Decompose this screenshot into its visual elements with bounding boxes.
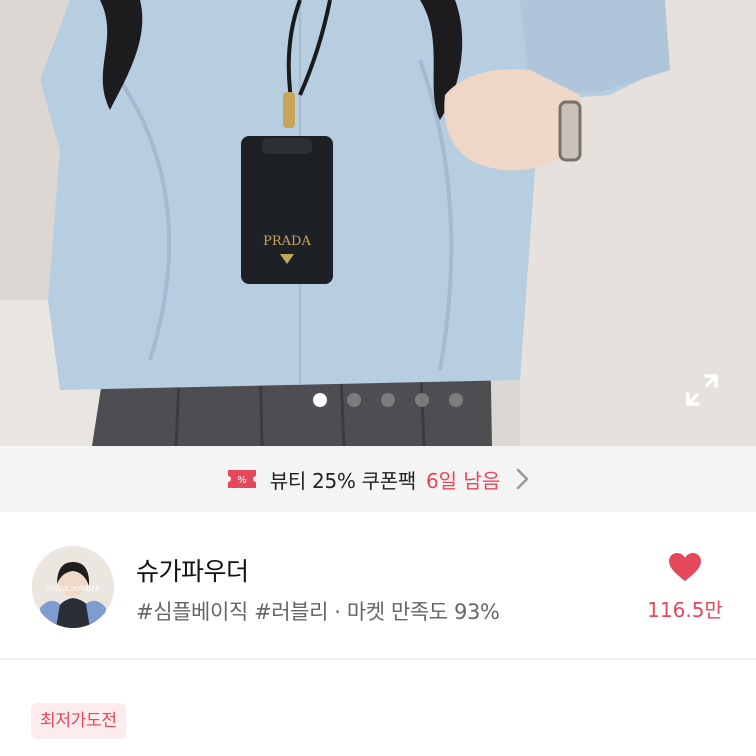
shop-name[interactable]: 슈가파우더: [136, 552, 249, 588]
carousel-dot[interactable]: [415, 393, 429, 407]
product-photo: PRADA: [0, 0, 756, 446]
product-brand-logo: PRADA: [263, 234, 311, 249]
carousel-dot[interactable]: [347, 393, 361, 407]
coupon-banner-text: 뷰티 25% 쿠폰팩: [269, 468, 416, 493]
svg-text:%: %: [237, 475, 247, 486]
carousel-dot[interactable]: [381, 393, 395, 407]
shop-avatar[interactable]: SUGAR POWDER: [32, 546, 114, 628]
fullscreen-expand-icon[interactable]: [682, 370, 722, 410]
lowest-price-badge: 최저가도전: [31, 703, 126, 739]
shop-like-count: 116.5만: [647, 598, 723, 622]
product-detail-page: PRADA % 뷰티 25% 쿠폰팩 6일 남음 SUGAR POWDER 슈가…: [0, 0, 756, 756]
shop-tags-satisfaction: #심플베이직 #러블리 · 마켓 만족도 93%: [136, 600, 500, 624]
carousel-dot[interactable]: [313, 393, 327, 407]
coupon-days-left: 6일 남음: [425, 468, 501, 493]
shop-info-section: SUGAR POWDER 슈가파우더 #심플베이직 #러블리 · 마켓 만족도 …: [0, 512, 756, 660]
coupon-banner[interactable]: % 뷰티 25% 쿠폰팩 6일 남음: [0, 446, 756, 512]
carousel-page-indicator: [0, 393, 756, 413]
shop-avatar-image: SUGAR POWDER: [32, 546, 114, 628]
chevron-right-icon: [516, 468, 529, 490]
heart-icon: [669, 553, 701, 581]
coupon-ticket-icon: %: [227, 470, 256, 488]
shop-avatar-text: SUGAR POWDER: [46, 586, 100, 593]
product-image-carousel[interactable]: PRADA: [0, 0, 756, 446]
shop-like-button[interactable]: 116.5만: [640, 552, 730, 623]
carousel-dot[interactable]: [449, 393, 463, 407]
